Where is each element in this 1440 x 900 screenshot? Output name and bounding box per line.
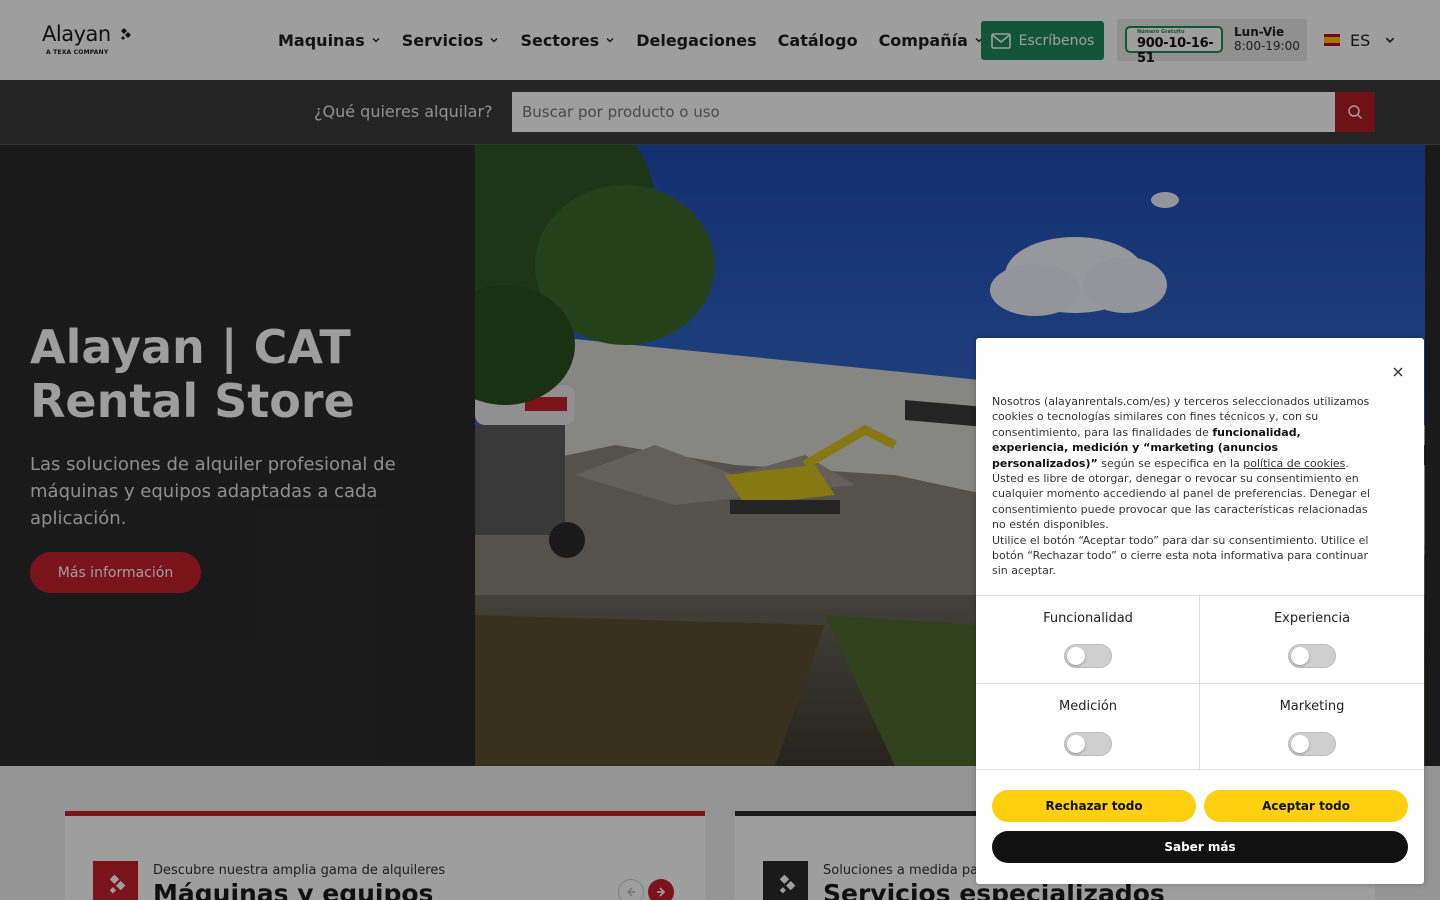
pref-label: Medición [1058,699,1118,714]
cookie-paragraph-1: Nosotros (alayanrentals.com/es) y tercer… [992,394,1377,471]
medicion-toggle[interactable] [1064,732,1112,756]
pref-label: Funcionalidad [1043,611,1133,626]
reject-all-button[interactable]: Rechazar todo [992,790,1196,822]
pref-experiencia: Experiencia [1200,596,1424,683]
experiencia-toggle[interactable] [1288,644,1336,668]
cookie-text-end: . [1345,456,1349,470]
toggle-knob [1067,735,1085,753]
pref-funcionalidad: Funcionalidad [976,596,1200,683]
toggle-knob [1067,647,1085,665]
cookie-consent-dialog: Nosotros (alayanrentals.com/es) y tercer… [976,338,1424,884]
cookie-policy-link[interactable]: política de cookies [1243,457,1345,470]
toggle-knob [1291,647,1309,665]
cookie-notice-text: Nosotros (alayanrentals.com/es) y tercer… [992,394,1377,579]
accept-all-button[interactable]: Aceptar todo [1204,790,1408,822]
cookie-paragraph-3: Utilice el botón “Aceptar todo” para dar… [992,533,1369,578]
cookie-text-intro: Nosotros (alayanrentals.com/es) y tercer… [992,395,1370,439]
learn-more-button[interactable]: Saber más [992,831,1408,863]
pref-label: Marketing [1279,699,1345,714]
pref-marketing: Marketing [1200,683,1424,770]
pref-label: Experiencia [1273,611,1351,626]
close-icon [1393,367,1403,377]
pref-medicion: Medición [976,683,1200,770]
cookie-text-mid: según se especifica en la [1097,456,1244,470]
toggle-knob [1291,735,1309,753]
funcionalidad-toggle[interactable] [1064,644,1112,668]
cookie-preferences-grid: Funcionalidad Experiencia Medición Marke… [976,595,1424,770]
cookie-paragraph-2: Usted es libre de otorgar, denegar o rev… [992,472,1371,532]
marketing-toggle[interactable] [1288,732,1336,756]
cookie-close-button[interactable] [1389,363,1407,381]
